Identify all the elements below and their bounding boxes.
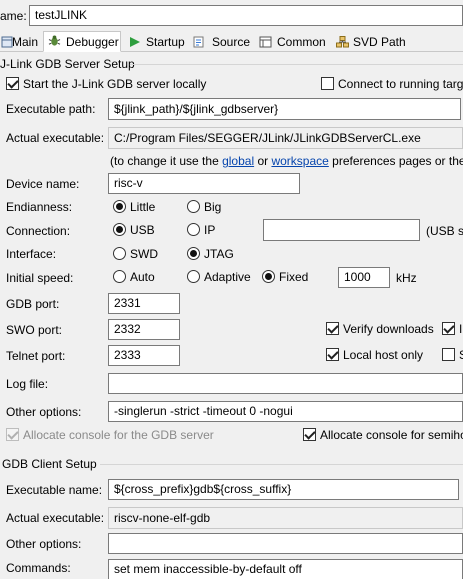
gdb-port-input[interactable]: 2331 xyxy=(108,293,180,314)
device-name-label: Device name: xyxy=(6,177,80,191)
conn-ip-radio[interactable] xyxy=(187,223,200,236)
actual-exec-field: C:/Program Files/SEGGER/JLink/JLinkGDBSe… xyxy=(108,127,463,149)
verify-downloads-checkbox[interactable] xyxy=(326,322,339,335)
debug-bug-icon xyxy=(48,35,61,46)
start-server-locally-label: Start the J-Link GDB server locally xyxy=(23,77,207,91)
client-group-divider xyxy=(100,464,463,465)
client-group-title: GDB Client Setup xyxy=(2,457,97,471)
alloc-semihosting-console-checkbox[interactable] xyxy=(303,428,316,441)
alloc-gdb-console-checkbox xyxy=(6,428,19,441)
initial-speed-label: Initial speed: xyxy=(6,271,74,285)
conn-usb-radio[interactable] xyxy=(113,223,126,236)
telnet-port-input[interactable]: 2333 xyxy=(108,345,180,366)
client-exec-name-label: Executable name: xyxy=(6,483,103,497)
tab-startup[interactable]: Startup xyxy=(125,32,187,51)
hint-or-text: or xyxy=(254,154,272,168)
conn-address-input[interactable] xyxy=(263,219,420,241)
tab-source-label: Source xyxy=(212,35,251,49)
endian-little-label: Little xyxy=(130,200,156,214)
hint-prefix-text: (to change it use the xyxy=(110,154,223,168)
if-swd-label: SWD xyxy=(130,247,158,261)
local-host-only-checkbox[interactable] xyxy=(326,348,339,361)
tab-svd-path[interactable]: SVD Path xyxy=(333,32,408,51)
exec-path-input[interactable]: ${jlink_path}/${jlink_gdbserver} xyxy=(108,98,461,120)
if-jtag-label: JTAG xyxy=(204,247,234,261)
swo-port-label: SWO port: xyxy=(6,323,63,337)
speed-unit-label: kHz xyxy=(396,271,417,285)
swo-port-input[interactable]: 2332 xyxy=(108,319,180,340)
connect-running-target-checkbox[interactable] xyxy=(321,77,334,90)
init-regs-label: In xyxy=(459,322,463,336)
exec-path-label: Executable path: xyxy=(6,102,96,116)
if-jtag-radio[interactable] xyxy=(187,247,200,260)
start-server-locally-checkbox[interactable] xyxy=(6,77,19,90)
source-icon xyxy=(193,36,204,48)
server-group-title: J-Link GDB Server Setup xyxy=(0,57,135,71)
telnet-port-label: Telnet port: xyxy=(6,349,66,363)
svd-icon xyxy=(336,36,349,48)
common-icon xyxy=(259,36,272,48)
interface-label: Interface: xyxy=(6,247,57,261)
device-name-input[interactable]: risc-v xyxy=(108,173,300,194)
alloc-semihosting-console-label: Allocate console for semiho xyxy=(320,428,463,442)
local-host-only-label: Local host only xyxy=(343,348,424,362)
endian-big-label: Big xyxy=(204,200,222,214)
commands-label: Commands: xyxy=(6,561,71,575)
client-actual-exec-label: Actual executable: xyxy=(6,511,105,525)
tab-debugger-label: Debugger xyxy=(66,35,119,49)
speed-khz-input[interactable]: 1000 xyxy=(338,267,390,288)
speed-adaptive-radio[interactable] xyxy=(187,270,200,283)
hint-suffix-text: preferences pages or the xyxy=(328,154,463,168)
workspace-preferences-link[interactable]: workspace xyxy=(271,154,328,168)
verify-downloads-label: Verify downloads xyxy=(343,322,434,336)
usb-serial-label: (USB se xyxy=(426,224,463,238)
client-other-options-input[interactable] xyxy=(108,533,463,554)
tab-main-label: Main xyxy=(12,35,39,49)
connection-label: Connection: xyxy=(6,224,71,238)
speed-auto-radio[interactable] xyxy=(113,270,126,283)
silent-label: S xyxy=(459,348,463,362)
actual-exec-label: Actual executable: xyxy=(6,131,105,145)
log-file-input[interactable] xyxy=(108,373,463,394)
endianness-label: Endianness: xyxy=(6,200,73,214)
client-other-options-label: Other options: xyxy=(6,537,82,551)
conn-ip-label: IP xyxy=(204,223,216,237)
tab-common[interactable]: Common xyxy=(256,32,330,51)
speed-fixed-radio[interactable] xyxy=(262,270,275,283)
global-preferences-link[interactable]: global xyxy=(222,154,254,168)
tab-svd-path-label: SVD Path xyxy=(353,35,406,49)
endian-little-radio[interactable] xyxy=(113,200,126,213)
play-icon xyxy=(130,37,140,47)
tab-common-label: Common xyxy=(277,35,326,49)
server-other-options-label: Other options: xyxy=(6,405,82,419)
preferences-hint: (to change it use the global or workspac… xyxy=(110,154,463,168)
speed-adaptive-label: Adaptive xyxy=(204,270,251,284)
client-actual-exec-field: riscv-none-elf-gdb xyxy=(108,507,463,529)
speed-fixed-label: Fixed xyxy=(279,270,309,284)
client-exec-name-input[interactable]: ${cross_prefix}gdb${cross_suffix} xyxy=(108,479,459,500)
endian-big-radio[interactable] xyxy=(187,200,200,213)
speed-auto-label: Auto xyxy=(130,270,155,284)
connect-running-target-label: Connect to running targ xyxy=(338,77,463,91)
if-swd-radio[interactable] xyxy=(113,247,126,260)
tab-debugger[interactable]: Debugger xyxy=(43,31,121,52)
conn-usb-label: USB xyxy=(130,223,155,237)
server-group-divider xyxy=(130,64,463,65)
commands-textarea[interactable]: set mem inaccessible-by-default off xyxy=(108,559,463,579)
tab-source[interactable]: Source xyxy=(190,32,252,51)
init-regs-checkbox[interactable] xyxy=(442,322,455,335)
tab-startup-label: Startup xyxy=(146,35,185,49)
server-other-options-input[interactable]: -singlerun -strict -timeout 0 -nogui xyxy=(108,401,463,422)
gdb-port-label: GDB port: xyxy=(6,297,60,311)
alloc-gdb-console-label: Allocate console for the GDB server xyxy=(23,428,214,442)
tab-main[interactable]: Main xyxy=(0,32,43,51)
silent-checkbox[interactable] xyxy=(442,348,455,361)
name-label: ame: xyxy=(0,9,27,23)
configuration-name-input[interactable]: testJLINK xyxy=(29,5,463,26)
log-file-label: Log file: xyxy=(6,377,49,391)
